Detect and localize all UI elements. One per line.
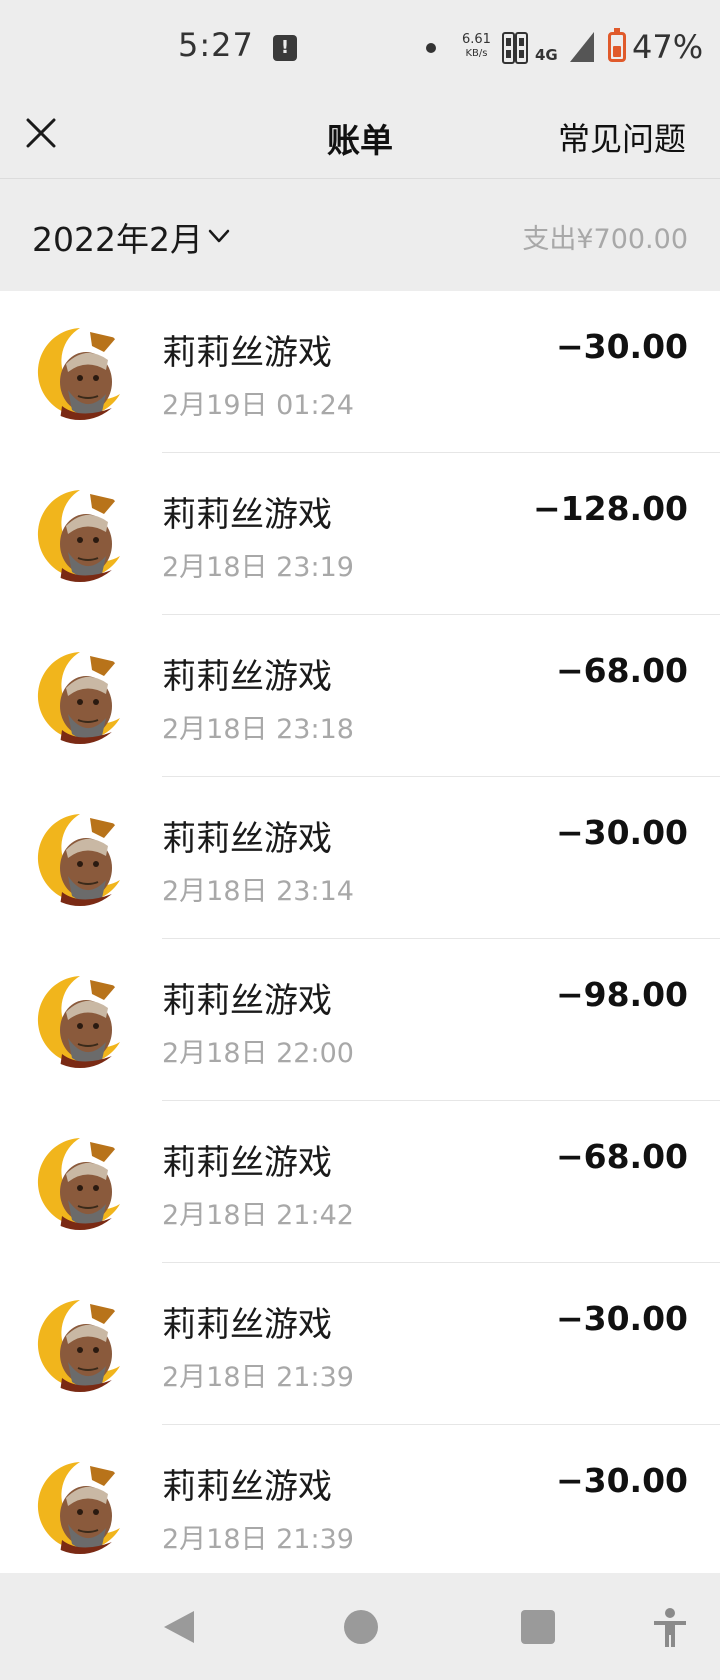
signal-icon — [570, 32, 594, 62]
status-time: 5:27 — [178, 26, 254, 64]
monthly-spend: 支出¥700.00 — [522, 224, 688, 255]
recents-square-icon[interactable] — [520, 1607, 556, 1647]
merchant-name: 莉莉丝游戏 — [162, 1143, 332, 1183]
merchant-avatar — [32, 1458, 128, 1554]
merchant-name: 莉莉丝游戏 — [162, 333, 332, 373]
merchant-name: 莉莉丝游戏 — [162, 1305, 332, 1345]
battery-icon — [608, 28, 626, 62]
transaction-amount: −98.00 — [555, 975, 688, 1014]
transaction-time: 2月18日 23:19 — [162, 552, 354, 583]
merchant-avatar — [32, 1296, 128, 1392]
transaction-row[interactable]: 莉莉丝游戏 2月18日 23:18 −68.00 — [0, 615, 720, 777]
nav-bar: 账单 常见问题 — [0, 96, 720, 179]
transaction-row[interactable]: 莉莉丝游戏 2月19日 01:24 −30.00 — [0, 291, 720, 453]
network-type: 4G — [535, 46, 558, 64]
merchant-name: 莉莉丝游戏 — [162, 819, 332, 859]
transaction-row[interactable]: 莉莉丝游戏 2月18日 21:39 −30.00 — [0, 1263, 720, 1425]
merchant-name: 莉莉丝游戏 — [162, 981, 332, 1021]
transaction-list: 莉莉丝游戏 2月19日 01:24 −30.00 莉莉丝游戏 2月18日 23:… — [0, 291, 720, 1573]
net-speed: 6.61 KB/s — [462, 33, 491, 61]
transaction-amount: −30.00 — [555, 1299, 688, 1338]
notification-dot-icon — [426, 43, 436, 53]
merchant-avatar — [32, 972, 128, 1068]
merchant-avatar — [32, 810, 128, 906]
month-header: 2022年2月 支出¥700.00 — [0, 179, 720, 291]
home-circle-icon[interactable] — [342, 1607, 380, 1647]
transaction-time: 2月18日 23:14 — [162, 876, 354, 907]
net-speed-unit: KB/s — [465, 48, 488, 59]
transaction-row[interactable]: 莉莉丝游戏 2月18日 23:19 −128.00 — [0, 453, 720, 615]
transaction-amount: −30.00 — [555, 327, 688, 366]
merchant-name: 莉莉丝游戏 — [162, 495, 332, 535]
merchant-name: 莉莉丝游戏 — [162, 657, 332, 697]
transaction-amount: −68.00 — [555, 1137, 688, 1176]
transaction-row[interactable]: 莉莉丝游戏 2月18日 22:00 −98.00 — [0, 939, 720, 1101]
transaction-time: 2月18日 23:18 — [162, 714, 354, 745]
hd-icon — [502, 32, 528, 64]
transaction-time: 2月18日 22:00 — [162, 1038, 354, 1069]
chevron-down-icon[interactable] — [206, 223, 232, 249]
transaction-amount: −128.00 — [533, 489, 688, 528]
transaction-time: 2月18日 21:39 — [162, 1362, 354, 1393]
back-triangle-icon[interactable] — [160, 1607, 198, 1647]
transaction-time: 2月18日 21:42 — [162, 1200, 354, 1231]
battery-percent: 47% — [632, 28, 704, 66]
transaction-time: 2月19日 01:24 — [162, 390, 354, 421]
status-bar: 5:27 ! 6.61 KB/s 4G 47% — [0, 0, 720, 96]
faq-link[interactable]: 常见问题 — [558, 114, 686, 160]
system-nav-bar — [0, 1573, 720, 1680]
merchant-avatar — [32, 1134, 128, 1230]
transaction-row[interactable]: 莉莉丝游戏 2月18日 21:42 −68.00 — [0, 1101, 720, 1263]
merchant-avatar — [32, 486, 128, 582]
battery-fill — [613, 45, 621, 57]
alert-card-icon: ! — [273, 35, 297, 61]
transaction-time: 2月18日 21:39 — [162, 1524, 354, 1555]
transaction-amount: −30.00 — [555, 813, 688, 852]
transaction-row[interactable]: 莉莉丝游戏 2月18日 21:39 −30.00 — [0, 1425, 720, 1573]
merchant-name: 莉莉丝游戏 — [162, 1467, 332, 1507]
month-selector[interactable]: 2022年2月 — [32, 213, 203, 261]
merchant-avatar — [32, 324, 128, 420]
transaction-row[interactable]: 莉莉丝游戏 2月18日 23:14 −30.00 — [0, 777, 720, 939]
transaction-amount: −68.00 — [555, 651, 688, 690]
transaction-amount: −30.00 — [555, 1461, 688, 1500]
net-speed-value: 6.61 — [462, 32, 491, 47]
accessibility-icon[interactable] — [652, 1607, 688, 1649]
merchant-avatar — [32, 648, 128, 744]
